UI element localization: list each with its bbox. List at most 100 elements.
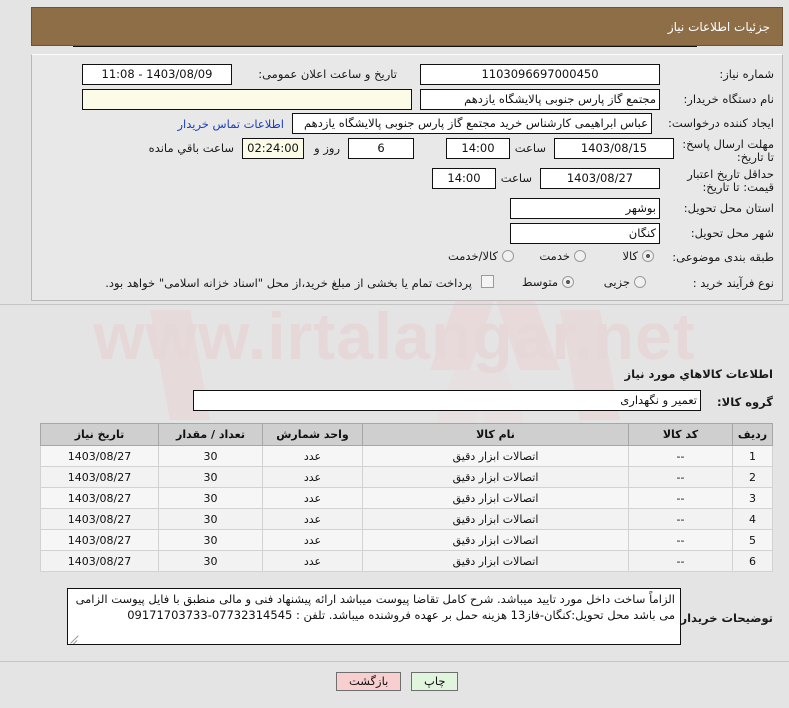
subject-class-option-label: کالا/خدمت	[447, 249, 498, 263]
cell-name: اتصالات ابزار دقیق	[362, 550, 629, 572]
radio-kala-khedmat-icon[interactable]	[502, 250, 514, 262]
cell-row: 2	[732, 466, 773, 488]
cell-name: اتصالات ابزار دقیق	[362, 445, 629, 467]
cell-qty: 30	[158, 466, 263, 488]
radio-kala-icon[interactable]	[642, 250, 654, 262]
cell-code: --	[628, 550, 733, 572]
cell-date: 1403/08/27	[40, 508, 159, 530]
buyer-notes-textarea[interactable]: الزاماً ساخت داخل مورد تایید میباشد. شرح…	[67, 588, 681, 645]
countdown-days-label: روز و	[314, 141, 340, 155]
cell-code: --	[628, 508, 733, 530]
watermark-text: www.irtalangar.net	[93, 299, 696, 373]
back-button[interactable]: بازگشت	[336, 672, 402, 691]
cell-code: --	[628, 487, 733, 509]
treasury-bond-checkbox[interactable]	[481, 275, 494, 288]
page-title: جزئیات اطلاعات نیاز	[667, 19, 770, 34]
table-row: 2 -- اتصالات ابزار دقیق عدد 30 1403/08/27	[40, 466, 773, 488]
table-row: 1 -- اتصالات ابزار دقیق عدد 30 1403/08/27	[40, 445, 773, 467]
table-row: 4 -- اتصالات ابزار دقیق عدد 30 1403/08/27	[40, 508, 773, 530]
purchase-type-label: نوع فرآیند خرید :	[692, 276, 774, 290]
need-number-label: شماره نیاز:	[719, 67, 774, 81]
resize-grip-icon[interactable]	[70, 633, 80, 643]
cell-row: 4	[732, 508, 773, 530]
cell-date: 1403/08/27	[40, 466, 159, 488]
goods-section-title: اطلاعات کالاهاي مورد نیاز	[624, 367, 773, 381]
response-deadline-label: مهلت ارسال پاسخ: تا تاریخ:	[682, 137, 774, 164]
page-header: جزئیات اطلاعات نیاز	[31, 7, 783, 46]
cell-unit: عدد	[262, 487, 363, 509]
subject-class-label: طبقه بندی موضوعی:	[672, 250, 774, 264]
print-button[interactable]: چاپ	[411, 672, 459, 691]
price-validity-label: حداقل تاریخ اعتبار قیمت: تا تاریخ:	[687, 167, 774, 194]
buyer-org-label: نام دستگاه خریدار:	[683, 92, 774, 106]
cell-name: اتصالات ابزار دقیق	[362, 508, 629, 530]
cell-qty: 30	[158, 508, 263, 530]
purchase-type-option-jozei[interactable]: جزیی	[590, 275, 646, 289]
buyer-org-value: مجتمع گاز پارس جنوبی پالایشگاه یازدهم	[420, 89, 660, 110]
table-row: 5 -- اتصالات ابزار دقیق عدد 30 1403/08/27	[40, 529, 773, 551]
cell-unit: عدد	[262, 550, 363, 572]
countdown-days: 6	[348, 138, 414, 159]
cell-qty: 30	[158, 445, 263, 467]
subject-class-option-kala[interactable]: کالا	[608, 249, 654, 263]
cell-date: 1403/08/27	[40, 550, 159, 572]
cell-row: 1	[732, 445, 773, 467]
purchase-type-option-label: جزیی	[603, 275, 630, 289]
cell-qty: 30	[158, 529, 263, 551]
countdown-time: 02:24:00	[242, 138, 304, 159]
buyer-org-extra	[82, 89, 412, 110]
column-header-qty: تعداد / مقدار	[158, 423, 263, 446]
goods-group-label: گروه کالا:	[717, 395, 773, 409]
subject-class-option-kala-khedmat[interactable]: کالا/خدمت	[434, 249, 514, 263]
need-number-value: 1103096697000450	[420, 64, 660, 85]
buyer-notes-label: توضیحات خریدار:	[675, 611, 773, 625]
city-value: کنگان	[510, 223, 660, 244]
response-deadline-date: 1403/08/15	[554, 138, 674, 159]
requester-value: عباس ابراهیمی کارشناس خرید مجتمع گاز پار…	[292, 113, 652, 134]
need-info-panel: شماره نیاز: 1103096697000450 تاریخ و ساع…	[31, 54, 783, 301]
cell-row: 3	[732, 487, 773, 509]
subject-class-option-label: کالا	[622, 249, 638, 263]
cell-row: 6	[732, 550, 773, 572]
column-header-radif: ردیف	[732, 423, 773, 446]
buyer-contact-link[interactable]: اطلاعات تماس خریدار	[177, 117, 284, 131]
goods-table: ردیف کد کالا نام کالا واحد شمارش تعداد /…	[40, 423, 773, 572]
province-value: بوشهر	[510, 198, 660, 219]
radio-motevaset-icon[interactable]	[562, 276, 574, 288]
price-validity-date: 1403/08/27	[540, 168, 660, 189]
table-row: 3 -- اتصالات ابزار دقیق عدد 30 1403/08/27	[40, 487, 773, 509]
table-header-row: ردیف کد کالا نام کالا واحد شمارش تعداد /…	[40, 423, 773, 446]
radio-jozei-icon[interactable]	[634, 276, 646, 288]
public-announce-value: 1403/08/09 - 11:08	[82, 64, 232, 85]
cell-code: --	[628, 529, 733, 551]
cell-unit: عدد	[262, 529, 363, 551]
purchase-type-option-label: متوسط	[521, 275, 558, 289]
cell-code: --	[628, 466, 733, 488]
column-header-code: کد کالا	[628, 423, 733, 446]
page-root: www.irtalangar.net جزئیات اطلاعات نیاز ش…	[0, 0, 789, 708]
cell-code: --	[628, 445, 733, 467]
subject-class-option-khedmat[interactable]: خدمت	[525, 249, 586, 263]
cell-date: 1403/08/27	[40, 445, 159, 467]
public-announce-label: تاریخ و ساعت اعلان عمومی:	[258, 67, 397, 81]
footer-bar: بازگشت چاپ	[0, 670, 789, 698]
cell-qty: 30	[158, 550, 263, 572]
table-row: 6 -- اتصالات ابزار دقیق عدد 30 1403/08/27	[40, 550, 773, 572]
countdown-remaining-label: ساعت باقي مانده	[148, 141, 234, 155]
radio-khedmat-icon[interactable]	[574, 250, 586, 262]
purchase-type-option-motevaset[interactable]: متوسط	[508, 275, 574, 289]
cell-qty: 30	[158, 487, 263, 509]
cell-unit: عدد	[262, 466, 363, 488]
requester-label: ایجاد کننده درخواست:	[668, 116, 774, 130]
treasury-bond-label: پرداخت تمام یا بخشی از مبلغ خرید،از محل …	[105, 276, 472, 290]
province-label: استان محل تحویل:	[683, 201, 774, 215]
cell-unit: عدد	[262, 445, 363, 467]
section-divider-top	[0, 304, 789, 305]
cell-unit: عدد	[262, 508, 363, 530]
column-header-date: تاریخ نیاز	[40, 423, 159, 446]
cell-name: اتصالات ابزار دقیق	[362, 466, 629, 488]
cell-name: اتصالات ابزار دقیق	[362, 487, 629, 509]
cell-row: 5	[732, 529, 773, 551]
cell-date: 1403/08/27	[40, 529, 159, 551]
subject-class-option-label: خدمت	[539, 249, 570, 263]
